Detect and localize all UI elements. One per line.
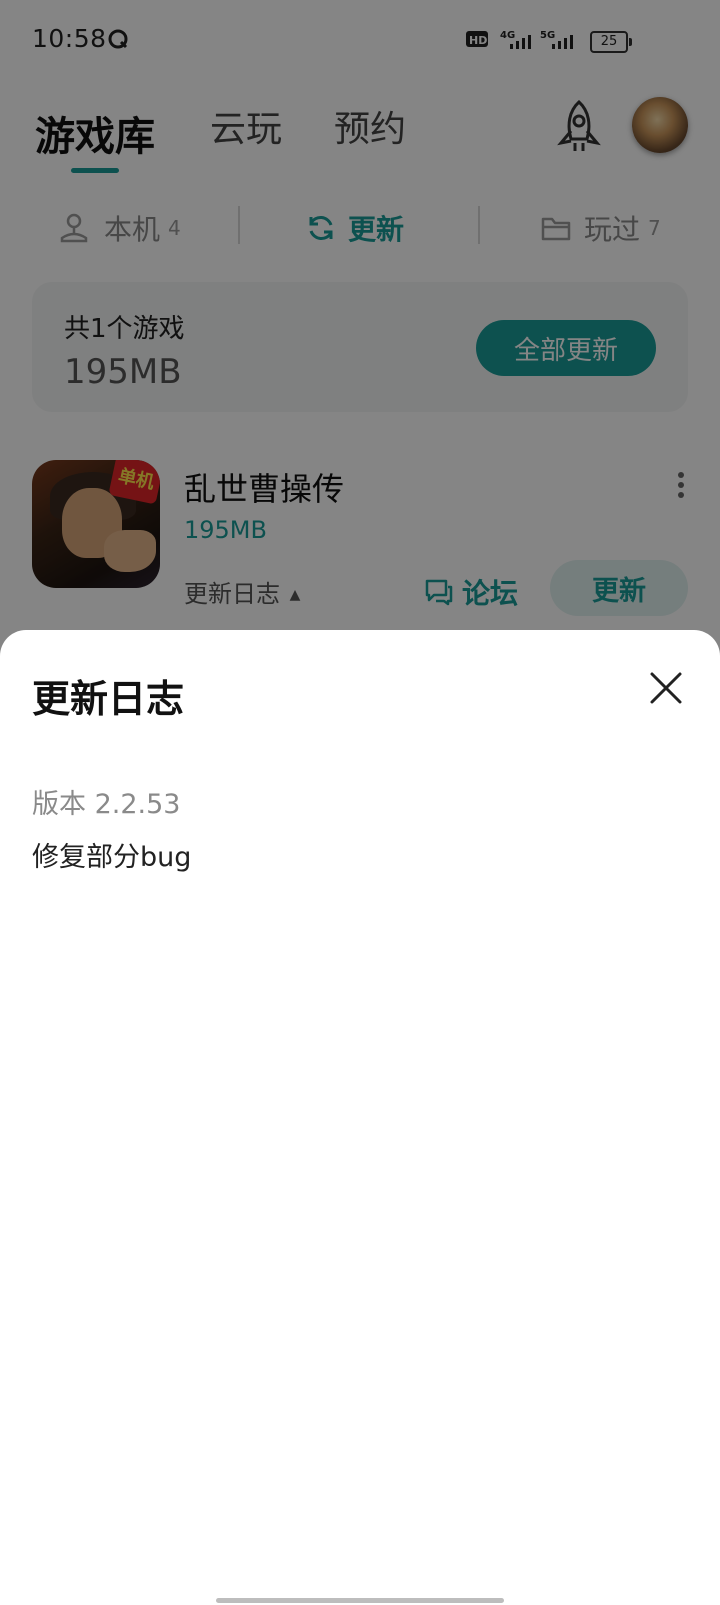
sheet-title: 更新日志 [32, 677, 185, 721]
version-text: 版本 2.2.53 [32, 789, 181, 820]
changelog-sheet: 更新日志 版本 2.2.53 修复部分bug [0, 630, 720, 1605]
home-indicator[interactable] [216, 1598, 504, 1603]
close-icon[interactable] [646, 668, 686, 708]
changelog-notes: 修复部分bug [32, 842, 192, 873]
